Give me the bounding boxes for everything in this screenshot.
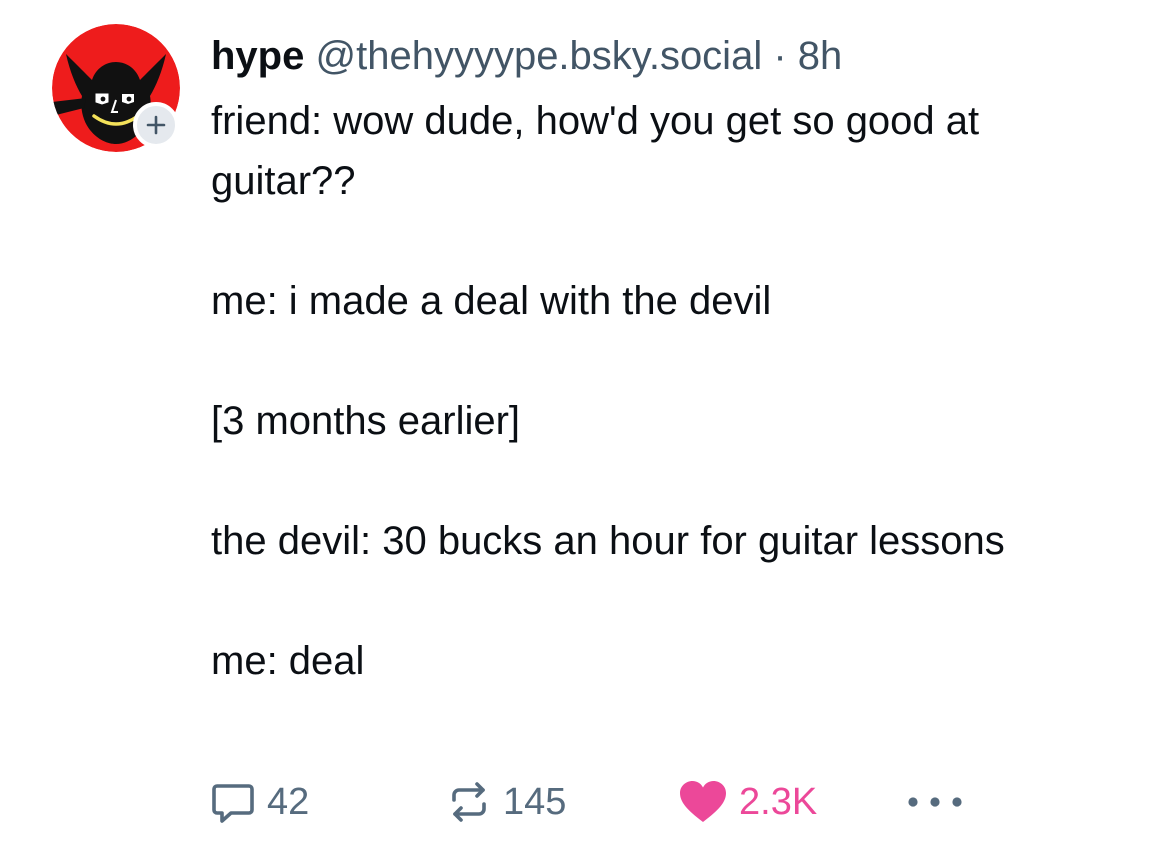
post-body: friend: wow dude, how'd you get so good … (211, 91, 1131, 691)
more-options-button[interactable] (905, 774, 965, 830)
reply-button[interactable]: 42 (209, 774, 309, 830)
like-count: 2.3K (739, 780, 818, 823)
post-body-line: me: i made a deal with the devil (211, 279, 772, 323)
like-button[interactable]: 2.3K (677, 774, 817, 830)
post-body-line: the devil: 30 bucks an hour for guitar l… (211, 519, 1005, 563)
plus-icon (146, 115, 166, 135)
author-display-name[interactable]: hype (211, 34, 304, 78)
avatar-container[interactable] (52, 24, 180, 152)
repost-arrows-icon (452, 782, 486, 822)
post-content: hype @thehyyyype.bsky.social · 8h friend… (211, 28, 1131, 691)
header-separator: · (773, 34, 787, 78)
speech-bubble-icon (212, 784, 254, 823)
post: hype @thehyyyype.bsky.social · 8h friend… (0, 0, 1170, 867)
follow-badge[interactable] (133, 102, 179, 148)
post-body-line: me: deal (211, 639, 365, 683)
ellipsis-icon (908, 797, 962, 807)
post-actions: 42 145 2.3K (209, 774, 989, 830)
reply-count: 42 (267, 780, 310, 823)
post-body-line: friend: wow dude, how'd you get so good … (211, 99, 980, 203)
author-handle[interactable]: @thehyyyype.bsky.social (315, 34, 762, 78)
repost-count: 145 (503, 780, 567, 823)
post-timestamp[interactable]: 8h (798, 34, 843, 78)
post-header: hype @thehyyyype.bsky.social · 8h (211, 28, 1131, 84)
heart-icon (680, 781, 726, 822)
repost-button[interactable]: 145 (445, 774, 566, 830)
post-body-line: [3 months earlier] (211, 399, 521, 443)
